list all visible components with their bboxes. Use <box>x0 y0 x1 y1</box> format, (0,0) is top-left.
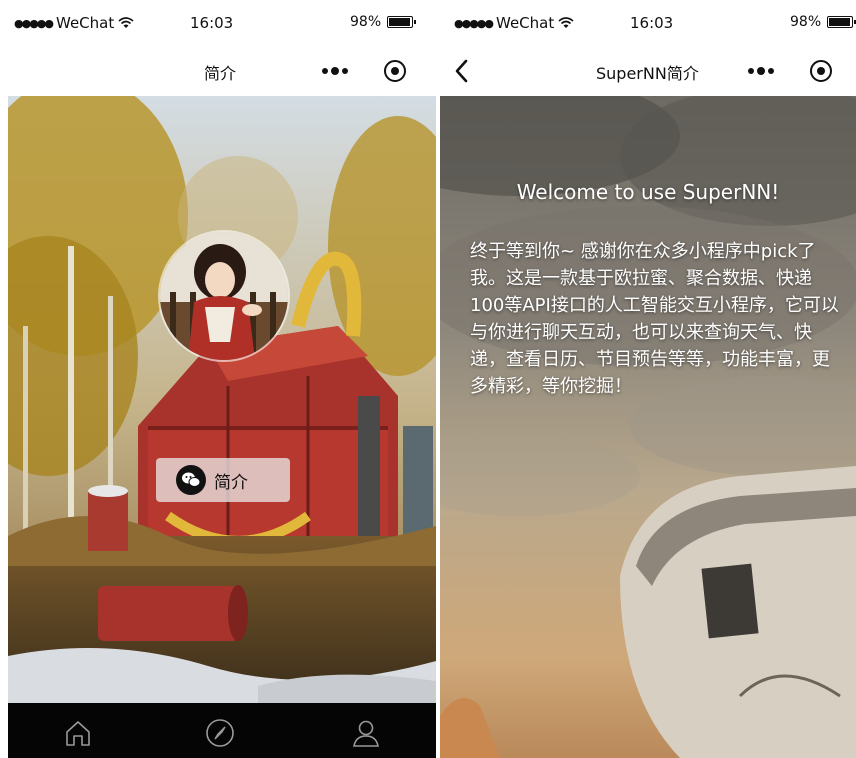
page-title: 简介 <box>204 64 237 83</box>
compass-icon[interactable] <box>204 717 236 749</box>
signal-icon: ●●●●● <box>14 16 54 30</box>
back-icon[interactable] <box>452 58 472 84</box>
carrier-name: WeChat <box>56 14 115 32</box>
tab-bar <box>8 703 436 758</box>
battery: 98% <box>790 14 856 30</box>
wifi-icon <box>118 17 134 28</box>
battery: 98% <box>350 14 417 30</box>
intro-screen: ●●●●● WeChat 16:03 98% 简介 简介 <box>0 0 436 758</box>
status-time: 16:03 <box>190 14 234 32</box>
battery-icon <box>387 16 417 28</box>
intro-button[interactable]: 简介 <box>156 458 290 502</box>
nav-bar: SuperNN简介 <box>440 46 856 96</box>
status-bar: ●●●●● WeChat 16:03 98% <box>440 0 856 46</box>
signal-icon: ●●●●● <box>454 16 494 30</box>
user-icon[interactable] <box>350 717 382 749</box>
more-icon[interactable] <box>748 67 774 75</box>
welcome-heading: Welcome to use SuperNN! <box>516 180 780 204</box>
wifi-icon <box>558 17 574 28</box>
avatar[interactable] <box>158 230 290 362</box>
background-image <box>8 96 436 703</box>
scene-illustration <box>8 96 436 703</box>
status-time: 16:03 <box>630 14 674 32</box>
description-text: 终于等到你~ 感谢你在众多小程序中pick了我。这是一款基于欧拉蜜、聚合数据、快… <box>470 241 839 397</box>
carrier: ●●●●● WeChat <box>14 14 134 32</box>
status-bar: ●●●●● WeChat 16:03 98% <box>0 0 436 46</box>
page-title: SuperNN简介 <box>596 64 699 83</box>
nav-bar: 简介 <box>0 46 436 96</box>
avatar-illustration <box>160 232 288 360</box>
home-icon[interactable] <box>62 717 94 749</box>
more-icon[interactable] <box>322 67 348 75</box>
carrier: ●●●●● WeChat <box>454 14 574 32</box>
intro-button-label: 简介 <box>214 472 248 493</box>
carrier-name: WeChat <box>496 14 555 32</box>
battery-percent: 98% <box>790 14 822 30</box>
supernn-intro-screen: ●●●●● WeChat 16:03 98% SuperNN简介 Welcome… <box>440 0 856 758</box>
wechat-icon <box>176 465 206 495</box>
close-miniprogram-icon[interactable] <box>384 60 406 82</box>
battery-percent: 98% <box>350 14 382 30</box>
battery-icon <box>827 16 856 28</box>
close-miniprogram-icon[interactable] <box>810 60 832 82</box>
